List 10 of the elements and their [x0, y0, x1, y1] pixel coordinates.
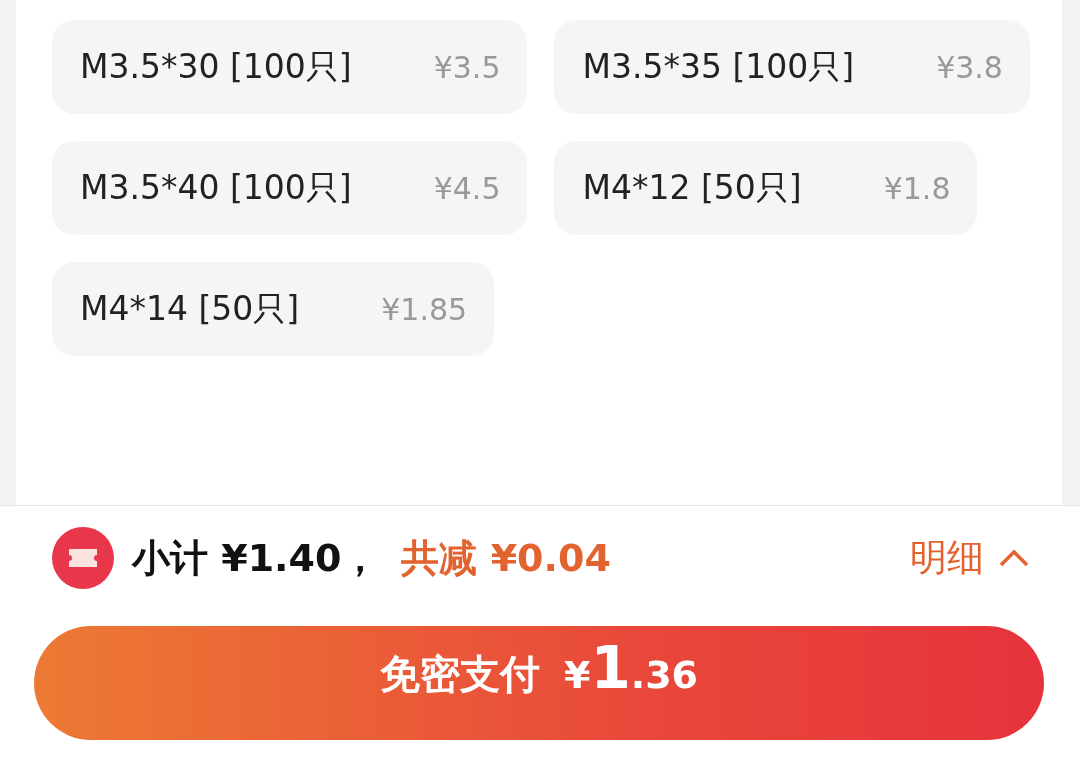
- subtotal-text: 小计 ¥1.40，: [132, 534, 380, 582]
- chevron-up-icon: [998, 548, 1030, 568]
- option-chip[interactable]: M4*14 [50只] ¥1.85: [52, 262, 495, 356]
- option-chip[interactable]: M3.5*35 [100只] ¥3.8: [554, 20, 1030, 114]
- option-chip[interactable]: M3.5*40 [100只] ¥4.5: [52, 141, 528, 235]
- option-chip[interactable]: M3.5*30 [100只] ¥3.5: [52, 20, 528, 114]
- option-chip[interactable]: M4*12 [50只] ¥1.8: [554, 141, 978, 235]
- pay-button[interactable]: 免密支付 ¥1.36: [34, 626, 1044, 740]
- coupon-icon: [52, 527, 114, 589]
- discount-text: 共减 ¥0.04: [401, 534, 611, 582]
